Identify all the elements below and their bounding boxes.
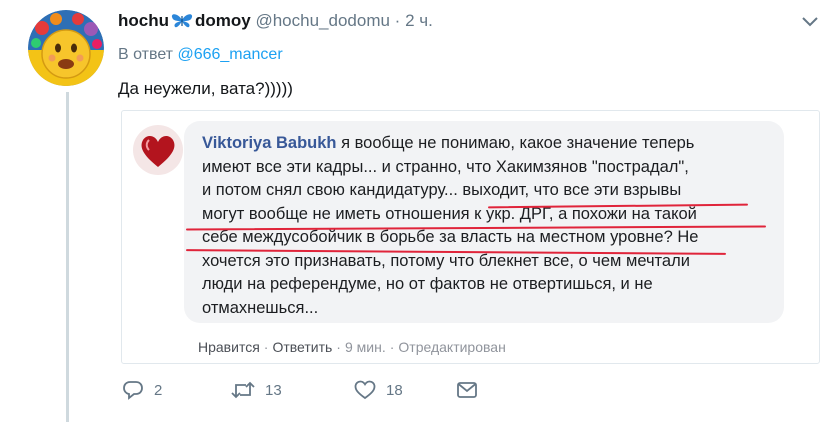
fb-time: 9 мин. bbox=[344, 339, 386, 355]
reply-icon bbox=[123, 381, 143, 400]
direct-message-icon bbox=[457, 382, 477, 398]
retweet-count: 13 bbox=[265, 381, 282, 399]
commenter-avatar bbox=[133, 125, 183, 175]
comment-line: и потом снял свою кандидатуру... выходит… bbox=[202, 181, 682, 199]
tweet-timestamp[interactable]: 2 ч. bbox=[405, 11, 433, 30]
chevron-down-icon[interactable] bbox=[801, 16, 819, 28]
like-button[interactable]: 18 bbox=[354, 380, 403, 400]
comment-line: имеют все эти кадры... и странно, что Ха… bbox=[202, 157, 689, 176]
direct-message-button[interactable] bbox=[456, 380, 488, 400]
thread-line bbox=[66, 92, 69, 422]
retweet-button[interactable]: 13 bbox=[231, 380, 282, 400]
user-handle[interactable]: @hochu_dodomu bbox=[255, 11, 389, 30]
commenter-name: Viktoriya Babukh bbox=[202, 134, 337, 152]
retweet-icon bbox=[231, 381, 255, 399]
like-count: 18 bbox=[386, 381, 403, 399]
tweet-actions: 2 13 18 bbox=[118, 380, 818, 408]
emoji-avatar-icon bbox=[28, 10, 104, 86]
comment-bubble: Viktoriya Babukh я вообще не понимаю, ка… bbox=[184, 121, 784, 323]
embedded-image[interactable]: Viktoriya Babukh я вообще не понимаю, ка… bbox=[121, 110, 820, 364]
fb-edited: Отредактирован bbox=[398, 339, 506, 355]
tweet-header: hochu domoy @hochu_dodomu · 2 ч. bbox=[118, 11, 433, 31]
tweet-text: Да неужели, вата?))))) bbox=[118, 79, 293, 98]
reply-count: 2 bbox=[154, 381, 163, 399]
like-icon bbox=[354, 380, 376, 400]
comment-line: люди на референдуме, но от фактов не отв… bbox=[202, 275, 653, 293]
reply-mention-link[interactable]: @666_mancer bbox=[177, 46, 282, 63]
heart-avatar-icon bbox=[133, 125, 183, 175]
time-separator: · bbox=[394, 11, 401, 30]
fb-reply-link: Ответить bbox=[272, 339, 333, 355]
reply-context: В ответ @666_mancer bbox=[118, 46, 283, 63]
user-avatar[interactable] bbox=[28, 10, 104, 86]
reply-button[interactable]: 2 bbox=[122, 380, 162, 400]
fb-like-link: Нравится bbox=[198, 339, 260, 355]
comment-meta: Нравится · Ответить · 9 мин. · Отредактирован bbox=[198, 339, 506, 355]
comment-line: отмахнешься... bbox=[202, 298, 319, 317]
butterfly-icon bbox=[171, 14, 193, 28]
display-name[interactable]: hochu domoy bbox=[118, 11, 251, 30]
